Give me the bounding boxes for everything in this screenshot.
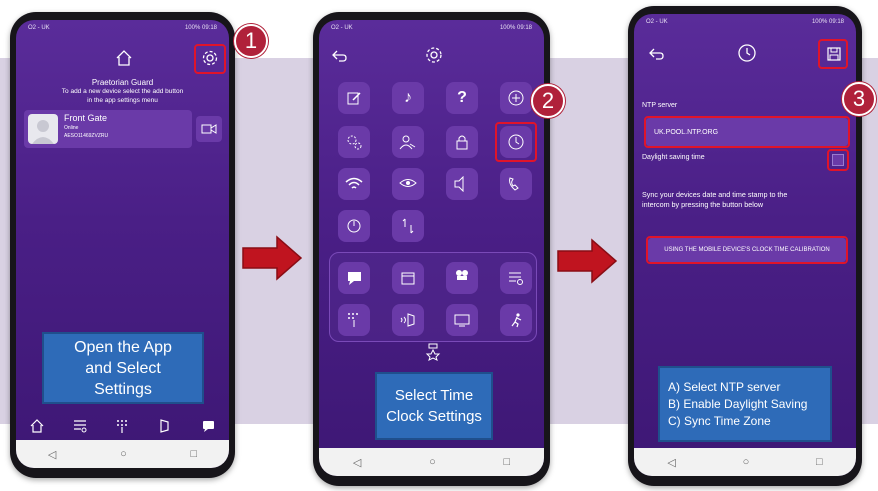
instructions-line-2: in the app settings menu [87, 97, 158, 104]
dst-label: Daylight saving time [642, 154, 705, 161]
bottom-tab-bar [16, 416, 229, 440]
award-icon [423, 342, 443, 362]
app-name: Praetorian Guard [91, 78, 154, 87]
tab-chat-icon[interactable] [200, 418, 216, 439]
battery-time-text: 100% 09:18 [811, 19, 844, 25]
status-bar: O2 - UK 100% 09:18 [16, 20, 229, 36]
transfer-icon[interactable] [392, 210, 424, 242]
status-bar: O2 - UK 100% 09:18 [634, 14, 856, 30]
door-release-icon[interactable] [392, 304, 424, 336]
highlight-save [818, 39, 848, 69]
nav-recent-icon[interactable]: □ [503, 456, 510, 468]
power-icon[interactable] [338, 210, 370, 242]
phone-3: O2 - UK 100% 09:18 NTP server UK.POOL.NT… [628, 6, 862, 486]
settings-gear-icon [423, 44, 445, 66]
device-status: Online [64, 125, 79, 131]
nav-recent-icon[interactable]: □ [190, 448, 197, 460]
users-icon[interactable] [392, 126, 424, 158]
callout-line-2: B) Enable Daylight Saving [668, 396, 808, 411]
phone-2-screen: O2 - UK 100% 09:18 ♪ ? Select Time Clock… [319, 20, 544, 476]
volume-icon[interactable] [446, 168, 478, 200]
ringtone-icon[interactable]: ♪ [392, 82, 424, 114]
carrier-text: O2 - UK [28, 25, 50, 31]
tutorial-canvas: O2 - UK 100% 09:18 Praetorian Guard To a… [0, 0, 878, 491]
carrier-text: O2 - UK [331, 25, 353, 31]
phone-2: O2 - UK 100% 09:18 ♪ ? Select Time Clock… [313, 12, 550, 486]
lock-icon[interactable] [446, 126, 478, 158]
sync-text-line-2: intercom by pressing the button below [642, 200, 764, 209]
phone-3-screen: O2 - UK 100% 09:18 NTP server UK.POOL.NT… [634, 14, 856, 476]
call-timer-icon[interactable] [500, 168, 532, 200]
wifi-icon[interactable] [338, 168, 370, 200]
callout-select-time: Select Time Clock Settings [375, 372, 493, 440]
nav-back-icon[interactable]: ◁ [353, 456, 361, 469]
motion-view-icon[interactable] [392, 168, 424, 200]
nav-home-icon[interactable]: ○ [743, 456, 750, 468]
phone-1: O2 - UK 100% 09:18 Praetorian Guard To a… [10, 12, 235, 478]
instructions-line-1: To add a new device select the add butto… [61, 88, 184, 95]
highlight-ntp [644, 116, 850, 148]
back-arrow-icon[interactable] [646, 44, 666, 64]
home-icon[interactable] [114, 48, 134, 68]
help-icon[interactable]: ? [446, 82, 478, 114]
calendar-icon[interactable] [392, 262, 424, 294]
advanced-settings-icon[interactable] [338, 126, 370, 158]
nav-back-icon[interactable]: ◁ [667, 456, 675, 469]
status-bar: O2 - UK 100% 09:18 [319, 20, 544, 36]
tab-list-icon[interactable] [72, 418, 88, 439]
highlight-settings [194, 44, 226, 74]
nav-recent-icon[interactable]: □ [816, 456, 823, 468]
exit-run-icon[interactable] [500, 304, 532, 336]
system-nav-bar: ◁ ○ □ [634, 448, 856, 476]
sync-text-line-1: Sync your devices date and time stamp to… [642, 190, 788, 199]
step-badge-2: 2 [531, 84, 565, 118]
callout-line-2: and Select [85, 359, 161, 377]
callout-line-2: Clock Settings [386, 408, 482, 425]
hd-camera-icon[interactable] [446, 262, 478, 294]
phone-1-screen: O2 - UK 100% 09:18 Praetorian Guard To a… [16, 20, 229, 468]
nav-home-icon[interactable]: ○ [429, 456, 436, 468]
log-search-icon[interactable] [500, 262, 532, 294]
callout-line-1: Select Time [394, 387, 474, 404]
callout-line-1: Open the App [74, 338, 172, 356]
tab-keypad-icon[interactable] [114, 418, 130, 439]
device-name: Front Gate [64, 113, 108, 123]
highlight-calibration [646, 236, 848, 264]
arrow-right-icon [242, 235, 303, 281]
device-card[interactable]: Front Gate Online AESO11469ZVZRU [24, 110, 192, 148]
callout-ntp-steps: A) Select NTP server B) Enable Daylight … [658, 366, 832, 442]
back-arrow-icon[interactable] [329, 46, 349, 66]
device-id: AESO11469ZVZRU [64, 133, 109, 139]
step-badge-3: 3 [842, 82, 876, 116]
system-nav-bar: ◁ ○ □ [319, 448, 544, 476]
monitor-icon[interactable] [446, 304, 478, 336]
battery-time-text: 100% 09:18 [184, 25, 217, 31]
nav-home-icon[interactable]: ○ [120, 448, 127, 460]
arrow-right-icon [557, 238, 618, 284]
step-badge-1: 1 [234, 24, 268, 58]
edit-settings-icon[interactable] [338, 82, 370, 114]
system-nav-bar: ◁ ○ □ [16, 440, 229, 468]
highlight-dst [827, 149, 849, 171]
avatar [28, 114, 58, 144]
nav-back-icon[interactable]: ◁ [48, 448, 56, 461]
battery-time-text: 100% 09:18 [499, 25, 532, 31]
tab-door-icon[interactable] [157, 418, 173, 439]
tab-home-icon[interactable] [29, 418, 45, 439]
clock-icon [736, 42, 758, 64]
carrier-text: O2 - UK [646, 19, 668, 25]
callout-open-app: Open the App and Select Settings [42, 332, 204, 404]
keypad-touch-icon[interactable] [338, 304, 370, 336]
message-icon[interactable] [338, 262, 370, 294]
video-call-icon[interactable] [196, 116, 222, 142]
highlight-time-clock [495, 122, 537, 162]
add-device-icon[interactable] [500, 82, 532, 114]
callout-line-3: C) Sync Time Zone [668, 413, 771, 428]
callout-line-3: Settings [94, 380, 152, 398]
ntp-server-label: NTP server [642, 102, 678, 109]
callout-line-1: A) Select NTP server [668, 379, 781, 394]
